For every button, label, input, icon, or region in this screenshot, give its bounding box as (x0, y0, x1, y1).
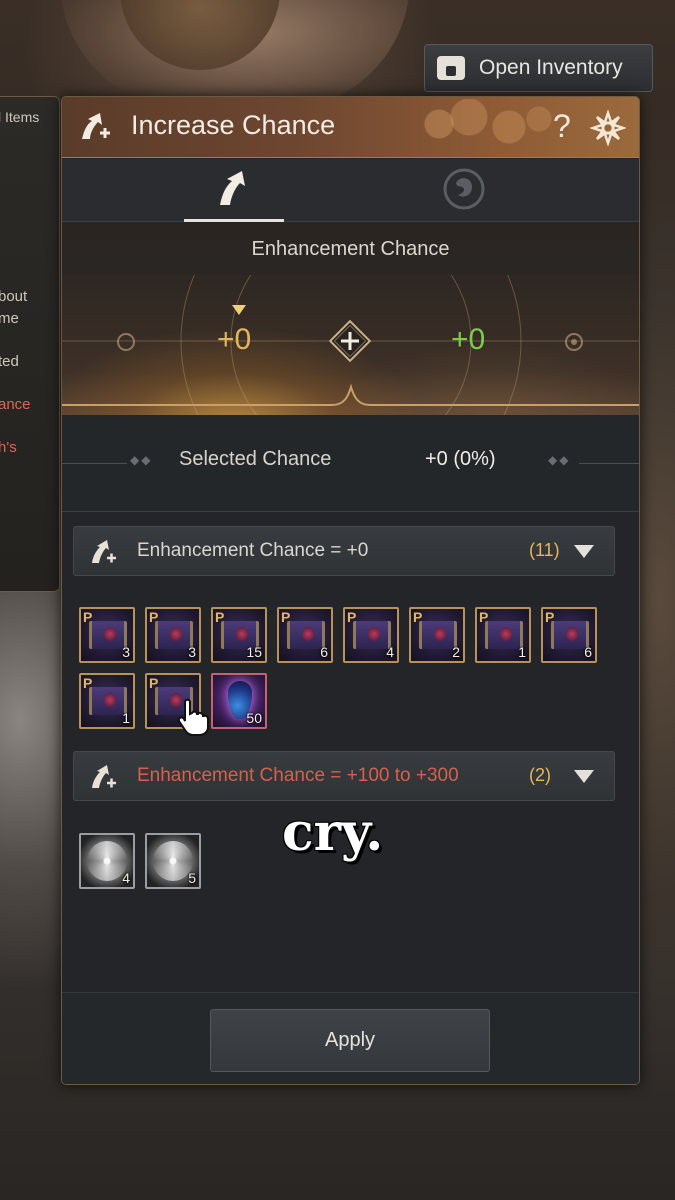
item-quantity: 2 (452, 644, 460, 660)
group-header-plus100-300[interactable]: Enhancement Chance = +100 to +300 (2) (73, 751, 615, 801)
help-icon[interactable]: ? (553, 108, 571, 144)
chevron-down-icon[interactable] (574, 545, 594, 558)
section-title: Enhancement Chance (62, 223, 639, 275)
p-badge: P (83, 675, 93, 691)
apply-button[interactable]: Apply (210, 1009, 490, 1072)
window-title: Increase Chance (131, 110, 336, 140)
inventory-bag-icon (437, 56, 465, 80)
added-chance-value: +0 (451, 323, 486, 356)
window-footer: Apply (62, 992, 639, 1084)
tab-bar (62, 159, 639, 222)
item-slot-gem[interactable]: 50 (211, 673, 267, 729)
item-quantity: 1 (518, 644, 526, 660)
item-slot-scroll[interactable]: P 1 (475, 607, 531, 663)
group-header-plus0[interactable]: Enhancement Chance = +0 (11) (73, 526, 615, 576)
tab-crystal[interactable] (414, 159, 514, 221)
left-panel-item[interactable]: l Items (0, 107, 39, 128)
increase-chance-window: Increase Chance ? Enhancement Chance +0 … (61, 96, 640, 1085)
enhance-arrow-icon (82, 113, 110, 139)
divider-line (579, 463, 639, 464)
item-slot-scroll[interactable]: P 3 (145, 607, 201, 663)
left-panel-item[interactable]: h's (0, 437, 17, 458)
p-badge: P (281, 609, 291, 625)
p-badge: P (149, 675, 159, 691)
p-badge: P (149, 609, 159, 625)
group-count: (2) (529, 765, 551, 785)
group-count: (11) (529, 540, 560, 560)
left-panel-item[interactable]: me (0, 308, 19, 329)
flower-settings-icon[interactable] (590, 110, 626, 146)
left-side-panel: l Items bout me ted ance h's (0, 96, 60, 592)
item-quantity: 3 (122, 644, 130, 660)
item-slot-scroll[interactable]: P 15 (211, 607, 267, 663)
item-quantity: 4 (386, 644, 394, 660)
p-badge: P (83, 609, 93, 625)
enhance-arrow-icon (220, 171, 245, 205)
item-slot-scroll[interactable]: P 4 (343, 607, 399, 663)
enhance-arrow-icon (92, 765, 116, 788)
item-slot-scroll[interactable]: P 2 (409, 607, 465, 663)
item-slot-scroll[interactable]: P 1 (79, 673, 135, 729)
item-slot-scroll[interactable]: P 6 (541, 607, 597, 663)
open-inventory-button[interactable]: Open Inventory (424, 44, 653, 92)
current-chance-value: +0 (217, 323, 252, 356)
item-slot-stone[interactable]: 5 (145, 833, 201, 889)
diamond-dots-icon: ◆◆ (130, 453, 153, 467)
open-inventory-label: Open Inventory (479, 56, 623, 79)
item-slot-scroll[interactable]: P 6 (277, 607, 333, 663)
hand-cursor-icon (177, 698, 209, 736)
tab-enhance[interactable] (184, 159, 284, 222)
group-label: Enhancement Chance = +100 to +300 (137, 765, 459, 786)
item-quantity: 4 (122, 870, 130, 886)
cloud-ornament (409, 99, 559, 149)
item-quantity: 50 (246, 710, 262, 726)
p-badge: P (215, 609, 225, 625)
selected-chance-value: +0 (0%) (425, 448, 496, 470)
item-quantity: 5 (188, 870, 196, 886)
chevron-down-icon[interactable] (574, 770, 594, 783)
left-panel-item-selected[interactable]: ance (0, 394, 31, 415)
item-quantity: 6 (320, 644, 328, 660)
item-quantity: 3 (188, 644, 196, 660)
window-titlebar[interactable]: Increase Chance ? (62, 97, 639, 158)
spiral-stone-icon (87, 841, 127, 881)
left-panel-item[interactable]: bout (0, 286, 27, 307)
chance-display: +0 +0 (62, 275, 639, 415)
left-panel-item[interactable]: ted (0, 351, 19, 372)
item-quantity: 15 (246, 644, 262, 660)
p-badge: P (413, 609, 423, 625)
background-character (60, 0, 410, 110)
item-slot-stone[interactable]: 4 (79, 833, 135, 889)
p-badge: P (545, 609, 555, 625)
divider-line (62, 463, 127, 464)
spiral-stone-icon (153, 841, 193, 881)
diamond-dots-icon: ◆◆ (548, 453, 571, 467)
p-badge: P (479, 609, 489, 625)
chance-marker-triangle (232, 305, 246, 315)
group-label: Enhancement Chance = +0 (137, 540, 369, 561)
video-caption: cry. (282, 802, 384, 863)
enhance-arrow-icon (92, 540, 116, 563)
p-badge: P (347, 609, 357, 625)
plus-diamond-icon (328, 319, 372, 363)
item-slot-scroll[interactable]: P 3 (79, 607, 135, 663)
item-quantity: 1 (122, 710, 130, 726)
selected-chance-label: Selected Chance (179, 448, 332, 470)
crystal-orb-icon (443, 168, 485, 210)
item-quantity: 6 (584, 644, 592, 660)
selected-chance-row: ◆◆ Selected Chance +0 (0%) ◆◆ (62, 415, 639, 512)
